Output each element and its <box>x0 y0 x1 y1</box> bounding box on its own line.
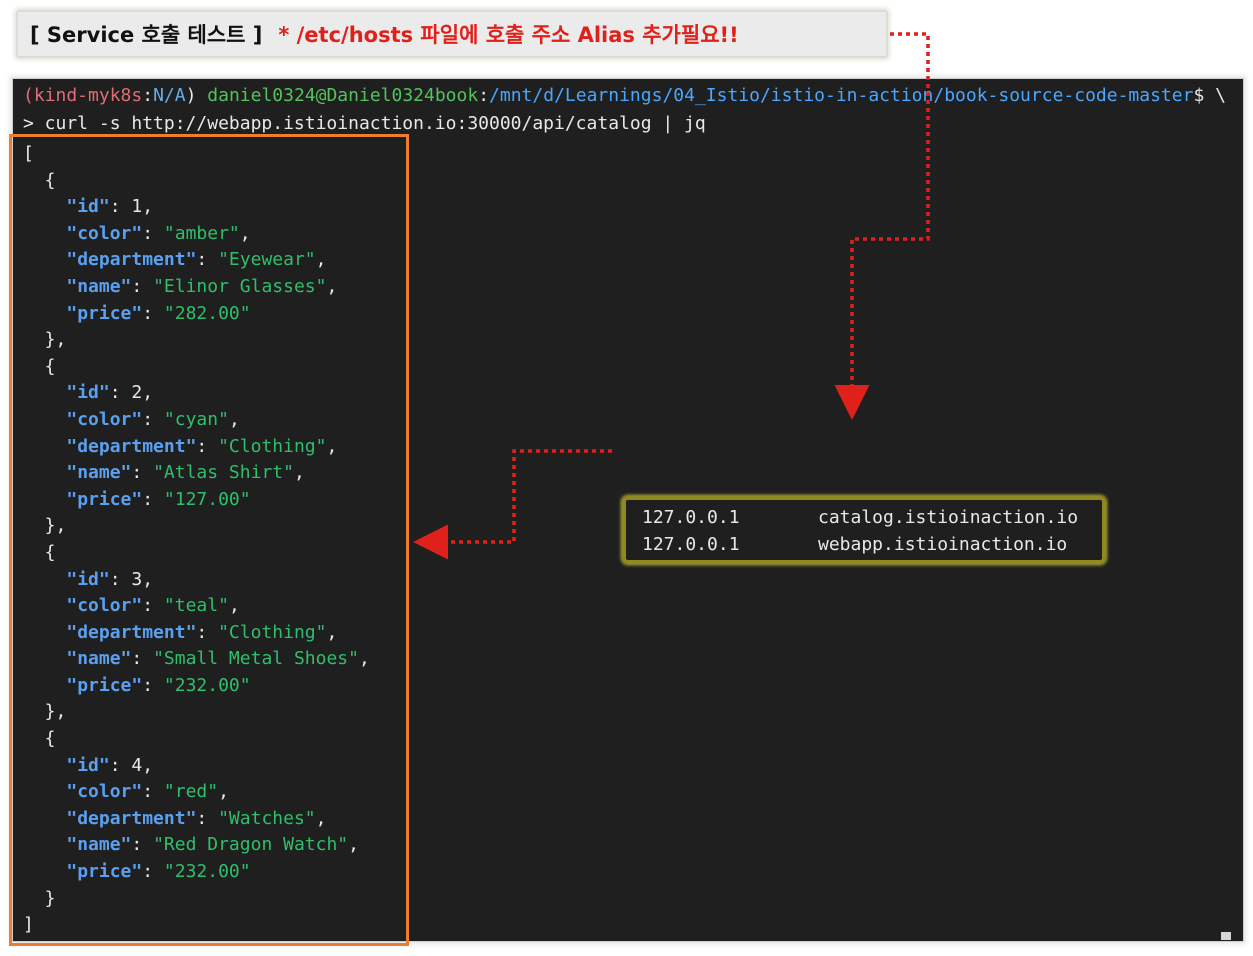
hosts-ip: 127.0.0.1 <box>642 534 740 555</box>
command-line: > curl -s http://webapp.istioinaction.io… <box>23 113 706 134</box>
hosts-ip: 127.0.0.1 <box>642 507 740 528</box>
banner-title: [ Service 호출 테스트 ] <box>30 23 263 47</box>
banner-note: * /etc/hosts 파일에 호출 주소 Alias 추가필요!! <box>278 23 739 47</box>
prompt-user-host: daniel0324@Daniel0324book <box>207 85 479 106</box>
header-banner: [ Service 호출 테스트 ] * /etc/hosts 파일에 호출 주… <box>16 10 888 58</box>
hosts-entry: 127.0.0.1 catalog.istioinaction.io <box>642 507 1078 528</box>
scrollbar-corner[interactable] <box>1221 932 1231 940</box>
json-output-highlight <box>9 134 409 946</box>
hosts-entry: 127.0.0.1 webapp.istioinaction.io <box>642 534 1067 555</box>
hosts-name: catalog.istioinaction.io <box>818 507 1079 528</box>
prompt-namespace: N/A <box>153 85 186 106</box>
hosts-file-box: 127.0.0.1 catalog.istioinaction.io 127.0.… <box>622 496 1106 564</box>
prompt-context: (kind-myk8s <box>23 85 143 106</box>
prompt-path: /mnt/d/Learnings/04_Istio/istio-in-actio… <box>489 85 1194 106</box>
shell-prompt: (kind-myk8s:N/A) daniel0324@Daniel0324bo… <box>23 85 1226 106</box>
hosts-name: webapp.istioinaction.io <box>818 534 1068 555</box>
